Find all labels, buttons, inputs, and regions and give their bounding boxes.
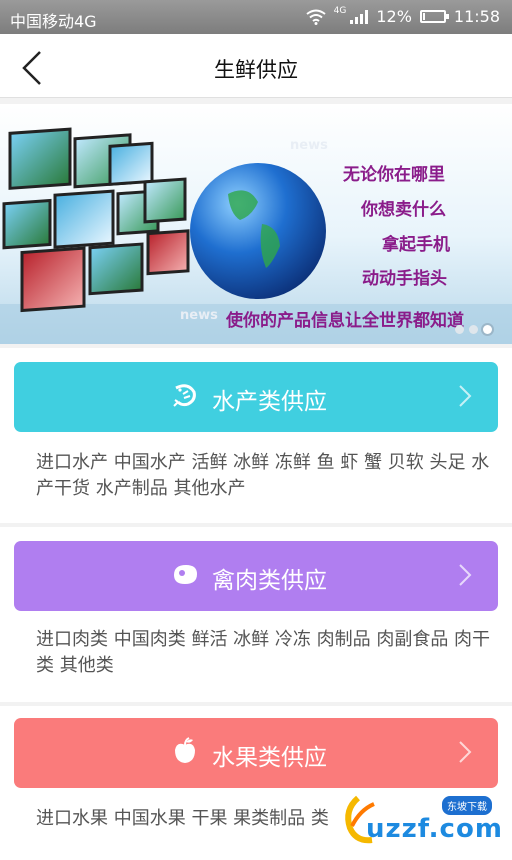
meat-icon [174,565,197,584]
seafood-supply-button[interactable]: 水产类供应 [14,362,498,432]
network-type-label: 4G [333,5,347,16]
category-section-meat: 禽肉类供应 进口肉类 中国肉类 鲜活 冰鲜 冷冻 肉制品 肉副食品 肉干类 其他… [0,527,512,702]
watermark-brand: uzzf.com [366,814,503,844]
banner-slogan: 拿起手机 [382,235,450,255]
chevron-right-icon [459,741,472,763]
status-icons: 4G 12% 11:58 [306,5,500,26]
news-label: news [290,138,328,153]
status-bar: 中国移动4G 4G 12% 11:58 [0,0,512,34]
banner-slogan: 你想卖什么 [361,200,446,220]
carousel-indicator[interactable] [455,325,492,334]
banner-bottom-slogan: 使你的产品信息让全世界都知道 [226,311,464,331]
carousel-dot-active[interactable] [483,325,492,334]
meat-supply-label: 禽肉类供应 [212,568,327,594]
battery-icon [419,10,449,23]
carousel-dot[interactable] [455,325,464,334]
seafood-supply-label: 水产类供应 [212,389,327,415]
chevron-right-icon [459,385,472,407]
banner-slogan: 动动手指头 [362,269,447,289]
category-section-seafood: 水产类供应 进口水产 中国水产 活鲜 冰鲜 冻鲜 鱼 虾 蟹 贝软 头足 水产干… [0,348,512,523]
signal-icon [350,9,369,24]
page-title: 生鲜供应 [214,58,298,82]
fruit-supply-label: 水果类供应 [212,745,327,771]
clock: 11:58 [453,7,500,26]
battery-percent: 12% [376,7,412,26]
uzzf-watermark-logo: 东坡下载 uzzf.com [338,790,506,850]
apple-icon [175,737,195,763]
news-label: news [180,308,218,323]
banner-slogan: 无论你在哪里 [343,165,445,185]
meat-subcategories: 进口肉类 中国肉类 鲜活 冰鲜 冷冻 肉制品 肉副食品 肉干类 其他类 [36,629,491,676]
wifi-icon [306,9,326,25]
seafood-subcategories: 进口水产 中国水产 活鲜 冰鲜 冻鲜 鱼 虾 蟹 贝软 头足 水产干货 水产制品… [36,452,490,499]
fruit-supply-button[interactable]: 水果类供应 [14,718,498,788]
chevron-right-icon [459,564,472,586]
meat-supply-button[interactable]: 禽肉类供应 [14,541,498,611]
app-header: 生鲜供应 [0,34,512,98]
watermark-tag: 东坡下载 [442,796,492,815]
shrimp-icon [173,384,196,407]
carrier-label: 中国移动4G [10,12,97,31]
carousel-dot[interactable] [469,325,478,334]
promo-banner[interactable]: news news 无论你在哪里 你想卖什么 拿起手机 动动手指头 使你的产品信… [0,104,512,344]
